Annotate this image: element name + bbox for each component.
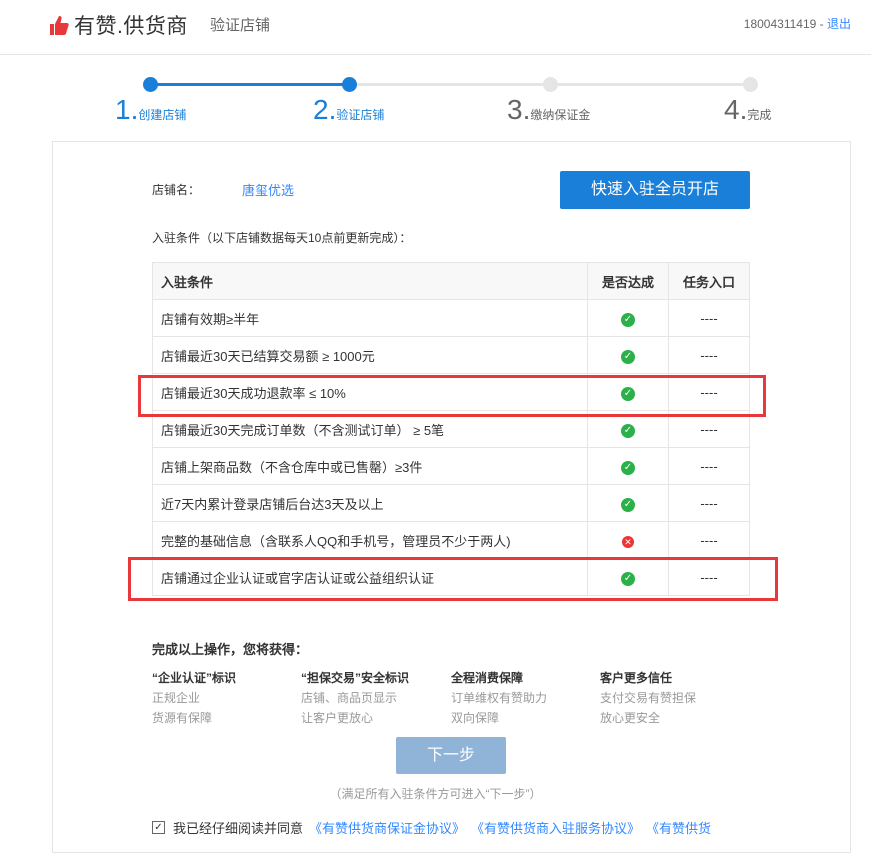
table-row: 店铺最近30天已结算交易额 ≥ 1000元 ✓ ---- xyxy=(152,336,750,374)
benefit-line: 放心更安全 xyxy=(600,711,661,725)
deposit-agreement-link[interactable]: 《有赞供货商保证金协议》 xyxy=(309,818,465,837)
step-1: 1.创建店铺 xyxy=(115,94,186,126)
col-header-task-entry: 任务入口 xyxy=(668,262,750,300)
conditions-table: 入驻条件 是否达成 任务入口 店铺有效期≥半年 ✓ ---- 店铺最近30天已结… xyxy=(152,262,750,596)
step-4: 4.完成 xyxy=(724,94,771,126)
top-header: 有赞.供货商 验证店铺 18004311419 - 退出 xyxy=(0,0,871,55)
brand-name: 有赞.供货商 xyxy=(74,15,188,38)
fast-join-button[interactable]: 快速入驻全员开店 xyxy=(560,171,750,209)
step-dot-1 xyxy=(143,77,158,92)
table-row: 店铺上架商品数（不含仓库中或已售罄）≥3件 ✓ ---- xyxy=(152,447,750,485)
col-header-condition: 入驻条件 xyxy=(152,262,588,300)
agreement-text: 我已经仔细阅读并同意 xyxy=(173,821,304,836)
shop-name-label: 店铺名： xyxy=(152,183,201,197)
condition-text: 店铺上架商品数（不含仓库中或已售罄）≥3件 xyxy=(152,447,588,485)
account-area: 18004311419 - 退出 xyxy=(744,15,851,32)
agreement-row: ✓ 我已经仔细阅读并同意 《有赞供货商保证金协议》 《有赞供货商入驻服务协议》 … xyxy=(152,818,711,837)
next-step-note: （满足所有入驻条件方可进入“下一步”） xyxy=(329,787,542,801)
table-header-row: 入驻条件 是否达成 任务入口 xyxy=(152,262,750,300)
benefit-line: 货源有保障 xyxy=(152,711,213,725)
table-row: 完整的基础信息（含联系人QQ和手机号，管理员不少于两人) ✕ ---- xyxy=(152,521,750,559)
benefit-line: 支付交易有赞担保 xyxy=(600,691,697,705)
check-circle-icon: ✓ xyxy=(621,497,635,512)
benefit-line: 店铺、商品页显示 xyxy=(301,691,398,705)
benefit-item: 客户更多信任 支付交易有赞担保 放心更安全 xyxy=(600,668,696,728)
step-4-label: 完成 xyxy=(747,108,772,122)
benefits-title: 完成以上操作，您将获得： xyxy=(152,642,309,657)
task-entry: ---- xyxy=(668,484,750,522)
step-3-number: 3. xyxy=(507,94,531,125)
benefit-title: 客户更多信任 xyxy=(600,671,673,685)
step-2-number: 2. xyxy=(313,94,337,125)
benefit-line: 订单维权有赞助力 xyxy=(451,691,548,705)
thumbs-up-icon xyxy=(50,16,69,35)
condition-text: 店铺最近30天已结算交易额 ≥ 1000元 xyxy=(152,336,588,374)
table-row: 店铺有效期≥半年 ✓ ---- xyxy=(152,299,750,337)
benefit-line: 正规企业 xyxy=(152,691,201,705)
check-circle-icon: ✓ xyxy=(621,349,635,364)
step-4-number: 4. xyxy=(724,94,748,125)
highlight-box-certification xyxy=(128,557,778,601)
benefit-item: “担保交易”安全标识 店铺、商品页显示 让客户更放心 xyxy=(301,668,409,728)
col-header-achieved: 是否达成 xyxy=(587,262,669,300)
step-2: 2.验证店铺 xyxy=(313,94,384,126)
task-entry: ---- xyxy=(668,299,750,337)
condition-text: 近7天内累计登录店铺后台达3天及以上 xyxy=(152,484,588,522)
account-number: 18004311419 xyxy=(743,17,817,31)
check-circle-icon: ✓ xyxy=(621,312,635,327)
step-dot-2 xyxy=(342,77,357,92)
task-entry: ---- xyxy=(668,521,750,559)
conditions-note: 入驻条件（以下店铺数据每天10点前更新完成）： xyxy=(152,231,412,245)
task-entry: ---- xyxy=(668,447,750,485)
step-line-done xyxy=(150,83,350,86)
table-row: 近7天内累计登录店铺后台达3天及以上 ✓ ---- xyxy=(152,484,750,522)
benefit-title: 全程消费保障 xyxy=(451,671,524,685)
step-1-number: 1. xyxy=(115,94,139,125)
benefit-item: 全程消费保障 订单维权有赞助力 双向保障 xyxy=(451,668,547,728)
task-entry: ---- xyxy=(668,336,750,374)
step-dot-3 xyxy=(543,77,558,92)
step-2-label: 验证店铺 xyxy=(336,108,385,122)
agreement-checkbox[interactable]: ✓ xyxy=(152,821,165,834)
condition-text: 完整的基础信息（含联系人QQ和手机号，管理员不少于两人) xyxy=(152,521,588,559)
third-agreement-link[interactable]: 《有赞供货 xyxy=(646,818,711,837)
shop-name-link[interactable]: 唐玺优选 xyxy=(242,180,294,199)
benefit-line: 双向保障 xyxy=(451,711,500,725)
logo[interactable]: 有赞.供货商 xyxy=(48,10,188,40)
step-3-label: 缴纳保证金 xyxy=(530,108,591,122)
step-3: 3.缴纳保证金 xyxy=(507,94,590,126)
condition-text: 店铺有效期≥半年 xyxy=(152,299,588,337)
benefit-item: “企业认证”标识 正规企业 货源有保障 xyxy=(152,668,236,728)
next-step-button[interactable]: 下一步 xyxy=(396,737,506,774)
benefit-title: “担保交易”安全标识 xyxy=(301,671,410,685)
step-dot-4 xyxy=(743,77,758,92)
check-circle-icon: ✓ xyxy=(621,460,635,475)
logout-link[interactable]: 退出 xyxy=(827,17,851,31)
step-1-label: 创建店铺 xyxy=(138,108,187,122)
benefit-line: 让客户更放心 xyxy=(301,711,374,725)
check-circle-icon: ✓ xyxy=(621,423,635,438)
page-title: 验证店铺 xyxy=(210,17,271,34)
highlight-box-refund-rate xyxy=(138,375,766,417)
progress-steps: 1.创建店铺 2.验证店铺 3.缴纳保证金 4.完成 xyxy=(0,70,871,130)
cross-circle-icon: ✕ xyxy=(622,535,634,548)
service-agreement-link[interactable]: 《有赞供货商入驻服务协议》 xyxy=(471,818,640,837)
benefit-title: “企业认证”标识 xyxy=(152,671,237,685)
account-separator: - xyxy=(816,17,827,31)
